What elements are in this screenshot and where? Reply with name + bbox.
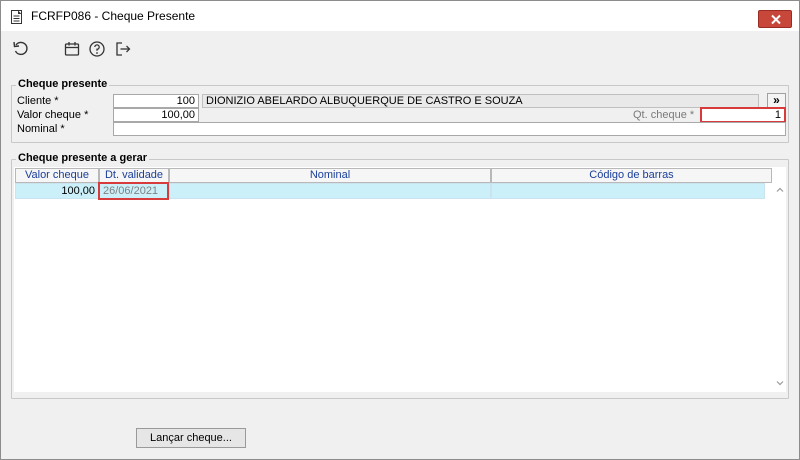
window-title: FCRFP086 - Cheque Presente xyxy=(31,9,196,23)
help-button[interactable] xyxy=(88,40,106,58)
refresh-icon xyxy=(13,41,28,56)
cheque-presente-group-label: Cheque presente xyxy=(16,78,110,90)
column-header-nominal[interactable]: Nominal xyxy=(169,168,491,183)
qt-cheque-field[interactable]: 1 xyxy=(700,107,786,123)
chevron-down-icon xyxy=(776,381,784,386)
nominal-field[interactable] xyxy=(113,122,786,136)
chevron-up-icon xyxy=(776,187,784,192)
calendar-button[interactable] xyxy=(63,40,81,58)
close-icon xyxy=(771,14,781,25)
column-header-codigo[interactable]: Código de barras xyxy=(491,168,772,183)
close-button[interactable] xyxy=(758,10,792,28)
cliente-lookup-button[interactable]: » xyxy=(767,93,786,108)
grid-cell-valor[interactable]: 100,00 xyxy=(15,183,99,199)
title-bar: FCRFP086 - Cheque Presente xyxy=(1,1,799,31)
qt-cheque-label: Qt. cheque * xyxy=(633,109,695,121)
cheque-grid xyxy=(14,167,786,392)
scroll-up-button[interactable] xyxy=(775,185,785,195)
help-icon xyxy=(89,41,105,57)
valor-cheque-field[interactable]: 100,00 xyxy=(113,108,199,122)
column-header-validade[interactable]: Dt. validade xyxy=(99,168,169,183)
grid-cell-validade[interactable]: 26/06/2021 xyxy=(98,182,169,200)
grid-cell-codigo[interactable] xyxy=(491,183,765,199)
column-header-valor[interactable]: Valor cheque xyxy=(15,168,99,183)
double-chevron-right-icon: » xyxy=(773,93,780,107)
valor-cheque-label: Valor cheque * xyxy=(17,109,89,121)
application-window: FCRFP086 - Cheque Presente Cheque presen… xyxy=(0,0,800,460)
cliente-name-field: DIONIZIO ABELARDO ALBUQUERQUE DE CASTRO … xyxy=(202,94,759,108)
document-icon xyxy=(11,10,23,24)
exit-icon xyxy=(116,42,131,56)
cliente-code-field[interactable]: 100 xyxy=(113,94,199,108)
nominal-label: Nominal * xyxy=(17,123,65,135)
grid-cell-nominal[interactable] xyxy=(169,183,491,199)
scroll-down-button[interactable] xyxy=(775,378,785,388)
refresh-button[interactable] xyxy=(12,40,30,58)
lancar-cheque-button[interactable]: Lançar cheque... xyxy=(136,428,246,448)
calendar-icon xyxy=(64,42,80,56)
cheque-gerar-group-label: Cheque presente a gerar xyxy=(16,152,149,164)
cliente-label: Cliente * xyxy=(17,95,59,107)
exit-button[interactable] xyxy=(114,40,132,58)
